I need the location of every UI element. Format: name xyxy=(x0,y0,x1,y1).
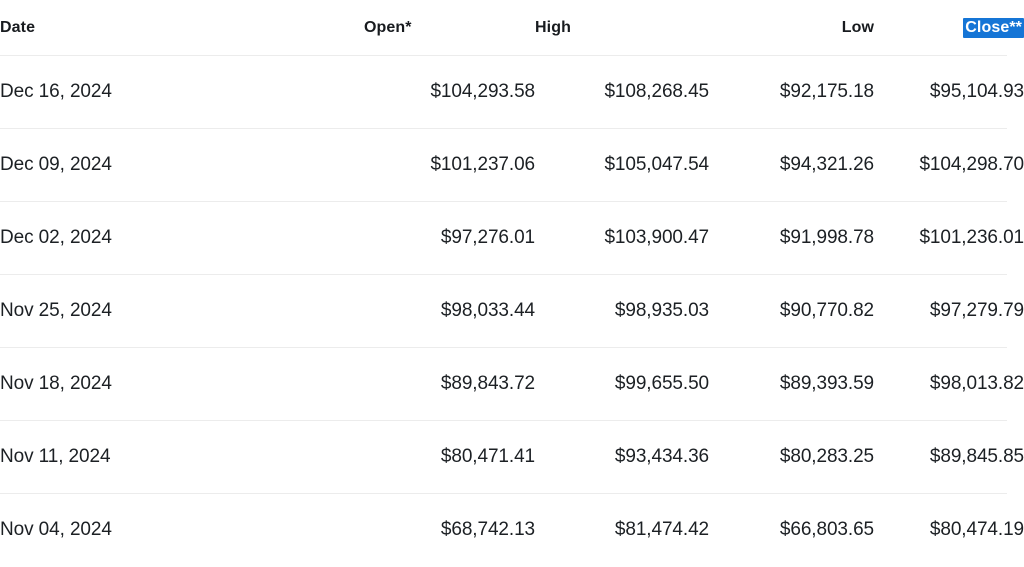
cell-close: $101,236.01 xyxy=(874,202,1024,275)
cell-date: Nov 11, 2024 xyxy=(0,421,364,494)
cell-date: Nov 25, 2024 xyxy=(0,275,364,348)
table-row: Nov 25, 2024$98,033.44$98,935.03$90,770.… xyxy=(0,275,1024,348)
cell-open: $68,742.13 xyxy=(364,494,535,567)
cell-date: Dec 16, 2024 xyxy=(0,56,364,129)
table-row: Dec 09, 2024$101,237.06$105,047.54$94,32… xyxy=(0,129,1024,202)
column-header-low[interactable]: Low xyxy=(709,0,874,56)
cell-high: $98,935.03 xyxy=(535,275,709,348)
cell-close: $89,845.85 xyxy=(874,421,1024,494)
cell-date: Nov 18, 2024 xyxy=(0,348,364,421)
cell-date: Dec 09, 2024 xyxy=(0,129,364,202)
cell-close: $98,013.82 xyxy=(874,348,1024,421)
cell-date: Nov 04, 2024 xyxy=(0,494,364,567)
cell-low: $91,998.78 xyxy=(709,202,874,275)
table-header: Date Open* High Low Close** xyxy=(0,0,1024,56)
cell-low: $94,321.26 xyxy=(709,129,874,202)
cell-high: $99,655.50 xyxy=(535,348,709,421)
cell-open: $89,843.72 xyxy=(364,348,535,421)
column-header-close[interactable]: Close** xyxy=(874,0,1024,56)
cell-open: $101,237.06 xyxy=(364,129,535,202)
cell-low: $92,175.18 xyxy=(709,56,874,129)
column-header-date[interactable]: Date xyxy=(0,0,364,56)
cell-open: $98,033.44 xyxy=(364,275,535,348)
table-body: Dec 16, 2024$104,293.58$108,268.45$92,17… xyxy=(0,56,1024,567)
column-header-date-label: Date xyxy=(0,19,35,36)
cell-high: $93,434.36 xyxy=(535,421,709,494)
column-header-low-label: Low xyxy=(842,19,874,36)
table-row: Dec 16, 2024$104,293.58$108,268.45$92,17… xyxy=(0,56,1024,129)
cell-low: $80,283.25 xyxy=(709,421,874,494)
cell-low: $89,393.59 xyxy=(709,348,874,421)
table-row: Nov 04, 2024$68,742.13$81,474.42$66,803.… xyxy=(0,494,1024,567)
cell-open: $97,276.01 xyxy=(364,202,535,275)
cell-close: $97,279.79 xyxy=(874,275,1024,348)
cell-close: $80,474.19 xyxy=(874,494,1024,567)
cell-close: $95,104.93 xyxy=(874,56,1024,129)
cell-close: $104,298.70 xyxy=(874,129,1024,202)
cell-low: $66,803.65 xyxy=(709,494,874,567)
price-history-table: Date Open* High Low Close** Dec 16, 2024… xyxy=(0,0,1024,566)
table-row: Nov 11, 2024$80,471.41$93,434.36$80,283.… xyxy=(0,421,1024,494)
column-header-open[interactable]: Open* xyxy=(364,0,535,56)
cell-open: $80,471.41 xyxy=(364,421,535,494)
cell-date: Dec 02, 2024 xyxy=(0,202,364,275)
column-header-high[interactable]: High xyxy=(535,0,709,56)
cell-open: $104,293.58 xyxy=(364,56,535,129)
cell-high: $103,900.47 xyxy=(535,202,709,275)
table-row: Dec 02, 2024$97,276.01$103,900.47$91,998… xyxy=(0,202,1024,275)
column-header-open-label: Open* xyxy=(364,19,412,36)
cell-high: $108,268.45 xyxy=(535,56,709,129)
table-row: Nov 18, 2024$89,843.72$99,655.50$89,393.… xyxy=(0,348,1024,421)
cell-high: $105,047.54 xyxy=(535,129,709,202)
column-header-close-label: Close** xyxy=(963,18,1024,38)
table-header-row: Date Open* High Low Close** xyxy=(0,0,1024,56)
column-header-high-label: High xyxy=(535,19,571,36)
cell-high: $81,474.42 xyxy=(535,494,709,567)
cell-low: $90,770.82 xyxy=(709,275,874,348)
